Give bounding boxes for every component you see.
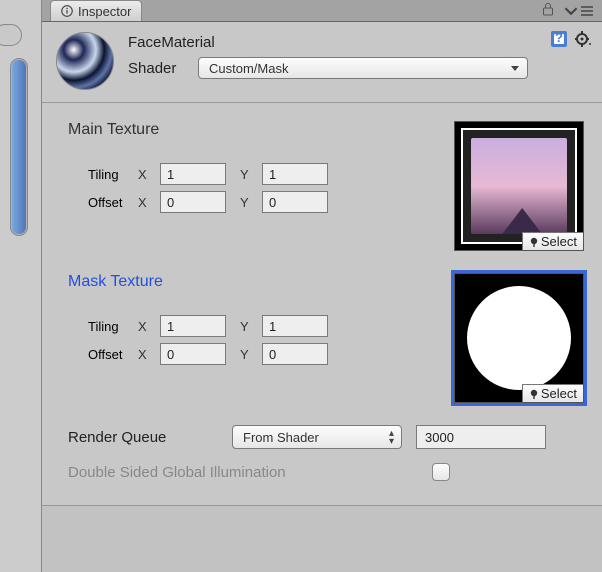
tiling-label: Tiling [68,167,138,182]
mask-texture-select-button[interactable]: Select [522,384,583,402]
y-label: Y [240,347,262,362]
updown-icon: ▴▾ [389,430,394,446]
lock-button[interactable] [538,2,558,19]
main-tiling-y-input[interactable]: 1 [262,163,328,185]
mask-offset-y-input[interactable]: 0 [262,343,328,365]
render-queue-dropdown[interactable]: From Shader ▴▾ [232,425,402,449]
double-sided-gi-checkbox[interactable] [432,463,450,481]
x-label: X [138,347,160,362]
main-texture-slot[interactable]: Select [454,121,584,251]
drop-target[interactable] [0,24,22,46]
material-preview-icon[interactable] [56,32,114,90]
left-gutter [0,0,42,572]
help-icon[interactable]: ? [550,30,568,48]
main-offset-y-input[interactable]: 0 [262,191,328,213]
material-body: Main Texture Tiling X 1 Y 1 Offset X 0 [42,103,602,506]
panel-menu-button[interactable] [564,4,594,18]
info-icon [61,5,73,17]
mask-tiling-y-input[interactable]: 1 [262,315,328,337]
y-label: Y [240,167,262,182]
main-texture-title: Main Texture [68,121,438,139]
mask-offset-x-input[interactable]: 0 [160,343,226,365]
render-queue-label: Render Queue [68,429,218,446]
caret-down-icon [511,66,519,71]
svg-text:?: ? [555,30,563,45]
render-queue-row: Render Queue From Shader ▴▾ 3000 [68,425,584,449]
offset-label: Offset [68,195,138,210]
main-tiling-x-input[interactable]: 1 [160,163,226,185]
tab-inspector[interactable]: Inspector [50,0,142,21]
main-offset-x-input[interactable]: 0 [160,191,226,213]
caret-down-icon [564,4,578,18]
main-texture-select-button[interactable]: Select [522,232,583,250]
material-title: FaceMaterial [128,34,588,51]
burger-icon [580,4,594,18]
y-label: Y [240,195,262,210]
picker-icon [529,389,539,399]
mask-texture-section: Mask Texture Tiling X 1 Y 1 Offset X 0 [68,273,584,403]
double-sided-gi-label: Double Sided Global Illumination [68,464,418,481]
scrollbar[interactable] [10,58,28,236]
tab-bar: Inspector [42,0,602,22]
material-header: FaceMaterial Shader Custom/Mask ? [42,22,602,103]
gear-icon[interactable] [574,30,592,48]
mask-texture-preview-icon [461,280,577,396]
double-sided-gi-row: Double Sided Global Illumination [68,463,584,481]
offset-label: Offset [68,347,138,362]
render-queue-input[interactable]: 3000 [416,425,546,449]
mask-texture-slot[interactable]: Select [454,273,584,403]
mask-texture-title[interactable]: Mask Texture [68,273,438,291]
render-queue-dropdown-value: From Shader [243,430,319,445]
shader-label: Shader [128,60,188,77]
picker-icon [529,237,539,247]
lock-icon [542,2,554,16]
main-texture-preview-icon [461,128,577,244]
shader-dropdown-value: Custom/Mask [209,61,288,76]
x-label: X [138,167,160,182]
x-label: X [138,195,160,210]
shader-dropdown[interactable]: Custom/Mask [198,57,528,79]
tiling-label: Tiling [68,319,138,334]
scrollbar-thumb[interactable] [12,60,26,234]
y-label: Y [240,319,262,334]
main-texture-section: Main Texture Tiling X 1 Y 1 Offset X 0 [68,121,584,251]
x-label: X [138,319,160,334]
mask-tiling-x-input[interactable]: 1 [160,315,226,337]
tab-label: Inspector [78,4,131,19]
